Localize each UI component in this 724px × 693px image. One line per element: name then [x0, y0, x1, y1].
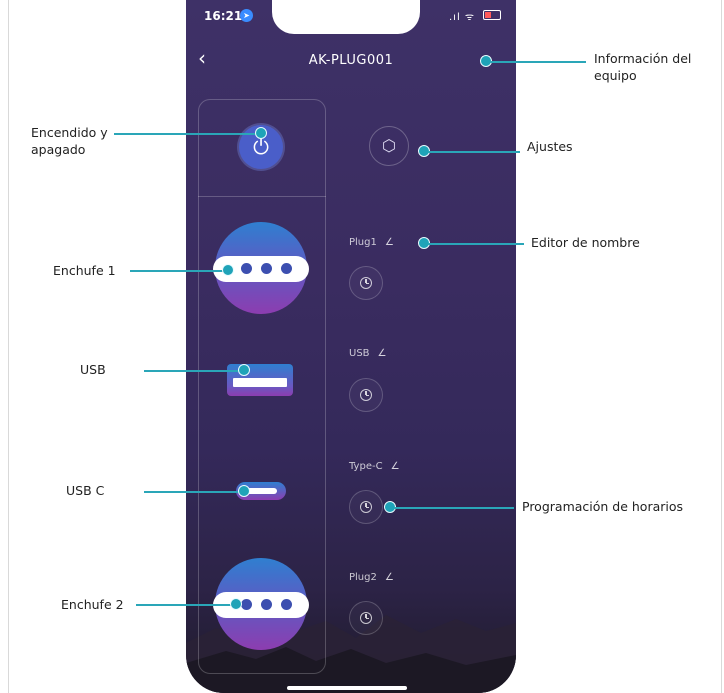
battery-icon — [483, 10, 501, 20]
callout-device-info: Información del equipo — [594, 51, 692, 83]
clock-icon — [360, 277, 372, 289]
callout-dot — [238, 364, 250, 376]
callout-usb-c: USB C — [66, 483, 105, 498]
callout-line — [428, 151, 520, 153]
callout-line — [394, 507, 514, 509]
socket-hole — [261, 263, 272, 274]
callout-dot — [238, 485, 250, 497]
location-icon: ➤ — [240, 9, 253, 22]
callout-line — [114, 133, 260, 135]
socket-hole — [261, 599, 272, 610]
port-name: Type-C — [349, 461, 383, 472]
callout-line — [144, 370, 242, 372]
callout-line — [428, 243, 524, 245]
port-name: Plug2 — [349, 572, 377, 583]
callout-line — [136, 604, 232, 606]
socket-hole — [241, 599, 252, 610]
callout-plug2: Enchufe 2 — [61, 597, 124, 612]
home-indicator — [287, 686, 407, 690]
edit-name-icon[interactable]: ∠ — [378, 348, 387, 359]
edit-name-icon[interactable]: ∠ — [385, 237, 394, 248]
schedule-button-plug1[interactable] — [349, 266, 383, 300]
callout-dot — [230, 598, 242, 610]
schedule-button-typec[interactable] — [349, 490, 383, 524]
callout-line — [490, 61, 586, 63]
socket-hole — [241, 263, 252, 274]
port-label-plug1: Plug1 ∠ — [349, 237, 394, 248]
callout-usb: USB — [80, 362, 106, 377]
usb-port[interactable] — [227, 364, 293, 396]
clock-icon — [360, 389, 372, 401]
callout-dot — [222, 264, 234, 276]
clock-icon — [360, 612, 372, 624]
schedule-button-plug2[interactable] — [349, 601, 383, 635]
usb-slot — [233, 378, 287, 387]
edit-name-icon[interactable]: ∠ — [391, 461, 400, 472]
device-title: AK-PLUG001 — [308, 53, 394, 68]
clock-icon — [360, 501, 372, 513]
callout-plug1: Enchufe 1 — [53, 263, 116, 278]
notch — [272, 0, 420, 34]
callout-line — [144, 491, 244, 493]
callout-schedule: Programación de horarios — [522, 499, 684, 514]
callout-settings: Ajustes — [527, 139, 573, 154]
port-name: Plug1 — [349, 237, 377, 248]
callout-name-editor: Editor de nombre — [531, 235, 640, 250]
callout-line — [130, 270, 226, 272]
port-name: USB — [349, 348, 370, 359]
socket-hole — [281, 263, 292, 274]
phone-screen: 16:21 ➤ .ıl ᯤ ‹ AK-PLUG001 ⏻ ⬡ Plug1 ∠ US… — [186, 0, 516, 693]
port-label-usb: USB ∠ — [349, 348, 387, 359]
settings-button[interactable]: ⬡ — [369, 126, 409, 166]
callout-power: Encendido y apagado — [31, 125, 108, 157]
socket-hole — [281, 599, 292, 610]
callout-dot — [255, 127, 267, 139]
port-label-plug2: Plug2 ∠ — [349, 572, 394, 583]
edit-name-icon[interactable]: ∠ — [385, 572, 394, 583]
panel-divider — [198, 196, 326, 197]
port-label-typec: Type-C ∠ — [349, 461, 400, 472]
status-time: 16:21 — [204, 9, 243, 23]
signal-wifi-icon: .ıl ᯤ — [449, 12, 476, 23]
schedule-button-usb[interactable] — [349, 378, 383, 412]
